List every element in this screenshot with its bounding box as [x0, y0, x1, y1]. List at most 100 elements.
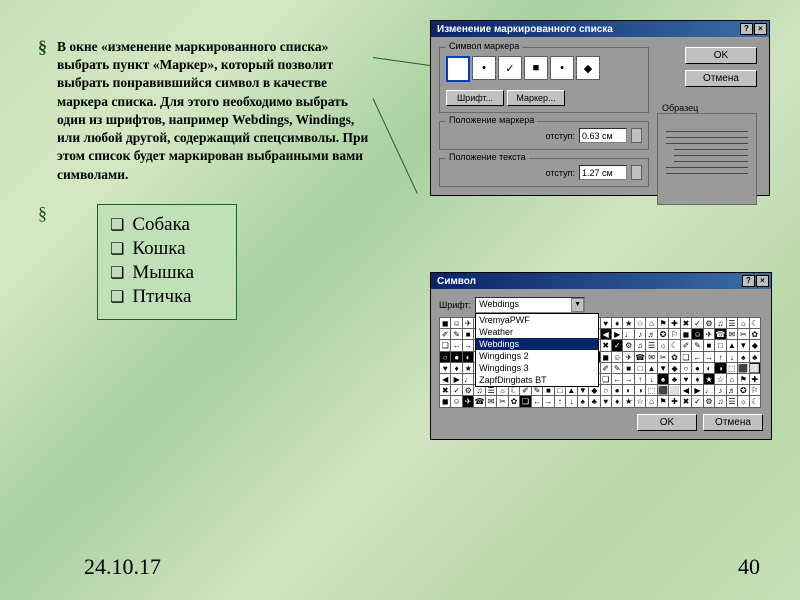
cancel-button[interactable]: Отмена	[703, 414, 763, 431]
symbol-cell[interactable]: ◀	[681, 385, 692, 396]
cancel-button[interactable]: Отмена	[685, 70, 757, 87]
marker-option[interactable]: •	[472, 56, 496, 80]
symbol-cell[interactable]: ♣	[669, 374, 680, 385]
symbol-cell[interactable]: ✉	[486, 396, 497, 407]
symbol-cell[interactable]: ◀	[601, 329, 612, 340]
symbol-cell[interactable]: ✂	[497, 396, 508, 407]
symbol-cell[interactable]: ♬	[646, 329, 657, 340]
symbol-cell[interactable]: ✂	[738, 329, 749, 340]
symbol-cell[interactable]: ❏	[601, 374, 612, 385]
symbol-cell[interactable]: ♣	[750, 352, 761, 363]
symbol-cell[interactable]: →	[704, 352, 715, 363]
symbol-cell[interactable]: ☎	[474, 396, 485, 407]
marker-button[interactable]: Маркер...	[507, 90, 565, 106]
symbol-cell[interactable]: ▶	[692, 385, 703, 396]
symbol-cell[interactable]: ☼	[658, 340, 669, 351]
symbol-cell[interactable]: ✓	[692, 318, 703, 329]
symbol-cell[interactable]: ✚	[750, 374, 761, 385]
symbol-cell[interactable]: ✖	[681, 396, 692, 407]
symbol-cell[interactable]: ◑	[715, 363, 726, 374]
symbol-cell[interactable]: ♥	[681, 374, 692, 385]
chevron-down-icon[interactable]: ▼	[571, 298, 584, 312]
symbol-cell[interactable]: ⚙	[623, 340, 634, 351]
symbol-cell[interactable]: ☺	[612, 352, 623, 363]
symbol-cell[interactable]: ◐	[463, 352, 474, 363]
symbol-cell[interactable]: ↑	[715, 352, 726, 363]
symbol-cell[interactable]: ♩	[704, 385, 715, 396]
symbol-cell[interactable]: ↓	[727, 352, 738, 363]
symbol-cell[interactable]: ✎	[451, 329, 462, 340]
symbol-cell[interactable]: ☆	[635, 396, 646, 407]
symbol-cell[interactable]: ✖	[440, 385, 451, 396]
symbol-cell[interactable]: ⚑	[658, 318, 669, 329]
font-combo[interactable]: Webdings ▼ VremyaPWF Weather Webdings Wi…	[475, 297, 585, 313]
dialog-titlebar[interactable]: Изменение маркированного списка ? ×	[431, 21, 769, 37]
symbol-cell[interactable]: ●	[451, 352, 462, 363]
symbol-cell[interactable]: ♠	[738, 352, 749, 363]
symbol-cell[interactable]: ○	[681, 363, 692, 374]
symbol-cell[interactable]: ○	[440, 352, 451, 363]
symbol-cell[interactable]: ★	[704, 374, 715, 385]
symbol-cell[interactable]: ✿	[750, 329, 761, 340]
symbol-cell[interactable]: ✖	[681, 318, 692, 329]
symbol-cell[interactable]: ⬛	[738, 363, 749, 374]
symbol-cell[interactable]: ❏	[520, 396, 531, 407]
indent-input[interactable]: 1.27 см	[579, 165, 627, 180]
symbol-cell[interactable]: ♫	[635, 340, 646, 351]
symbol-cell[interactable]: ★	[463, 363, 474, 374]
symbol-cell[interactable]: ❏	[440, 340, 451, 351]
symbol-cell[interactable]: □	[715, 340, 726, 351]
symbol-cell[interactable]: ♠	[658, 374, 669, 385]
symbol-cell[interactable]: ⬛	[658, 385, 669, 396]
symbol-cell[interactable]: ↑	[635, 374, 646, 385]
symbol-cell[interactable]: ←	[692, 352, 703, 363]
spinner-icon[interactable]	[631, 165, 642, 180]
marker-option[interactable]: ■	[524, 56, 548, 80]
symbol-cell[interactable]: ♠	[578, 396, 589, 407]
symbol-cell[interactable]: ✉	[646, 352, 657, 363]
symbol-cell[interactable]: ✪	[738, 385, 749, 396]
dialog-titlebar[interactable]: Символ ? ×	[431, 273, 771, 289]
font-button[interactable]: Шрифт...	[446, 90, 504, 106]
symbol-cell[interactable]: ←	[532, 396, 543, 407]
symbol-cell[interactable]: ◀	[440, 374, 451, 385]
symbol-cell[interactable]: ←	[612, 374, 623, 385]
symbol-cell[interactable]: ♦	[612, 396, 623, 407]
symbol-cell[interactable]: ▶	[451, 374, 462, 385]
symbol-cell[interactable]: ☾	[750, 396, 761, 407]
symbol-cell[interactable]: ☎	[635, 352, 646, 363]
symbol-cell[interactable]: ●	[612, 385, 623, 396]
symbol-cell[interactable]: □	[635, 363, 646, 374]
dropdown-item[interactable]: Webdings	[476, 338, 598, 350]
symbol-cell[interactable]: ✈	[704, 329, 715, 340]
symbol-cell[interactable]: ■	[704, 340, 715, 351]
symbol-cell[interactable]: ✐	[601, 363, 612, 374]
symbol-cell[interactable]: ✚	[669, 318, 680, 329]
symbol-cell[interactable]: ▲	[646, 363, 657, 374]
symbol-cell[interactable]: ✈	[463, 396, 474, 407]
symbol-cell[interactable]: ⚐	[669, 329, 680, 340]
symbol-cell[interactable]: ◼	[681, 329, 692, 340]
symbol-cell[interactable]: ✿	[509, 396, 520, 407]
symbol-cell[interactable]: ☺	[451, 318, 462, 329]
marker-option[interactable]	[446, 56, 470, 82]
symbol-cell[interactable]: ▲	[727, 340, 738, 351]
symbol-cell[interactable]: ◆	[750, 340, 761, 351]
symbol-cell[interactable]: ⚙	[704, 318, 715, 329]
symbol-cell[interactable]: ✪	[658, 329, 669, 340]
symbol-cell[interactable]: ⚑	[738, 374, 749, 385]
symbol-cell[interactable]: ♥	[601, 396, 612, 407]
symbol-cell[interactable]: ☺	[451, 396, 462, 407]
symbol-cell[interactable]: ★	[623, 396, 634, 407]
symbol-cell[interactable]: ⌂	[646, 396, 657, 407]
symbol-cell[interactable]: ✓	[692, 396, 703, 407]
symbol-cell[interactable]: ◼	[440, 318, 451, 329]
ok-button[interactable]: OK	[637, 414, 697, 431]
symbol-cell[interactable]: ↓	[566, 396, 577, 407]
marker-option[interactable]: ◆	[576, 56, 600, 80]
symbol-cell[interactable]: ✎	[612, 363, 623, 374]
symbol-cell[interactable]: ♣	[589, 396, 600, 407]
symbol-cell[interactable]: ☺	[692, 329, 703, 340]
symbol-cell[interactable]: ✂	[658, 352, 669, 363]
symbol-cell[interactable]: ◼	[601, 352, 612, 363]
